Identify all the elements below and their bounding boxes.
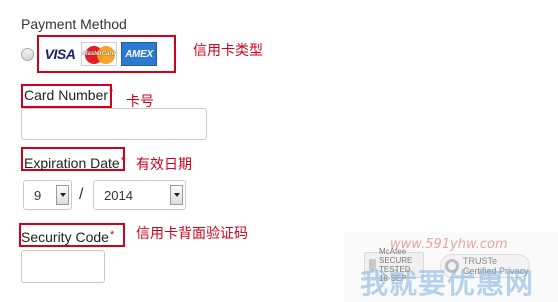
expiration-label-text: Expiration Date (24, 155, 120, 171)
security-code-label: Security Code* (21, 229, 114, 245)
expiration-year-select[interactable]: 2014 (93, 180, 186, 210)
card-number-input[interactable] (21, 108, 207, 140)
required-mark: * (120, 155, 125, 167)
mastercard-logo: MasterCard (81, 42, 117, 66)
annotation-expiration: 有效日期 (136, 157, 192, 173)
visa-logo: VISA (42, 42, 78, 66)
amex-logo: AMEX (121, 42, 157, 66)
security-code-input[interactable] (21, 250, 105, 283)
expiration-month-select[interactable]: 9 (23, 180, 72, 210)
card-number-label-text: Card Number (24, 87, 109, 103)
chevron-down-icon[interactable] (56, 185, 69, 205)
expiration-year-value: 2014 (104, 187, 133, 203)
payment-method-title: Payment Method (21, 16, 127, 32)
expiration-month-value: 9 (34, 187, 42, 203)
annotation-security-code: 信用卡背面验证码 (136, 226, 248, 242)
mastercard-logo-text: MasterCard (82, 51, 116, 57)
required-mark: * (109, 229, 115, 241)
chevron-down-icon[interactable] (170, 185, 183, 205)
date-separator: / (79, 186, 84, 203)
expiration-label: Expiration Date* (24, 155, 125, 171)
security-code-label-text: Security Code (21, 229, 109, 245)
watermark-text: 我就要优惠网 (360, 267, 535, 300)
annotation-card-type: 信用卡类型 (193, 43, 263, 59)
card-number-label: Card Number* (24, 87, 113, 103)
card-type-radio[interactable] (21, 48, 34, 61)
required-mark: * (109, 87, 114, 99)
